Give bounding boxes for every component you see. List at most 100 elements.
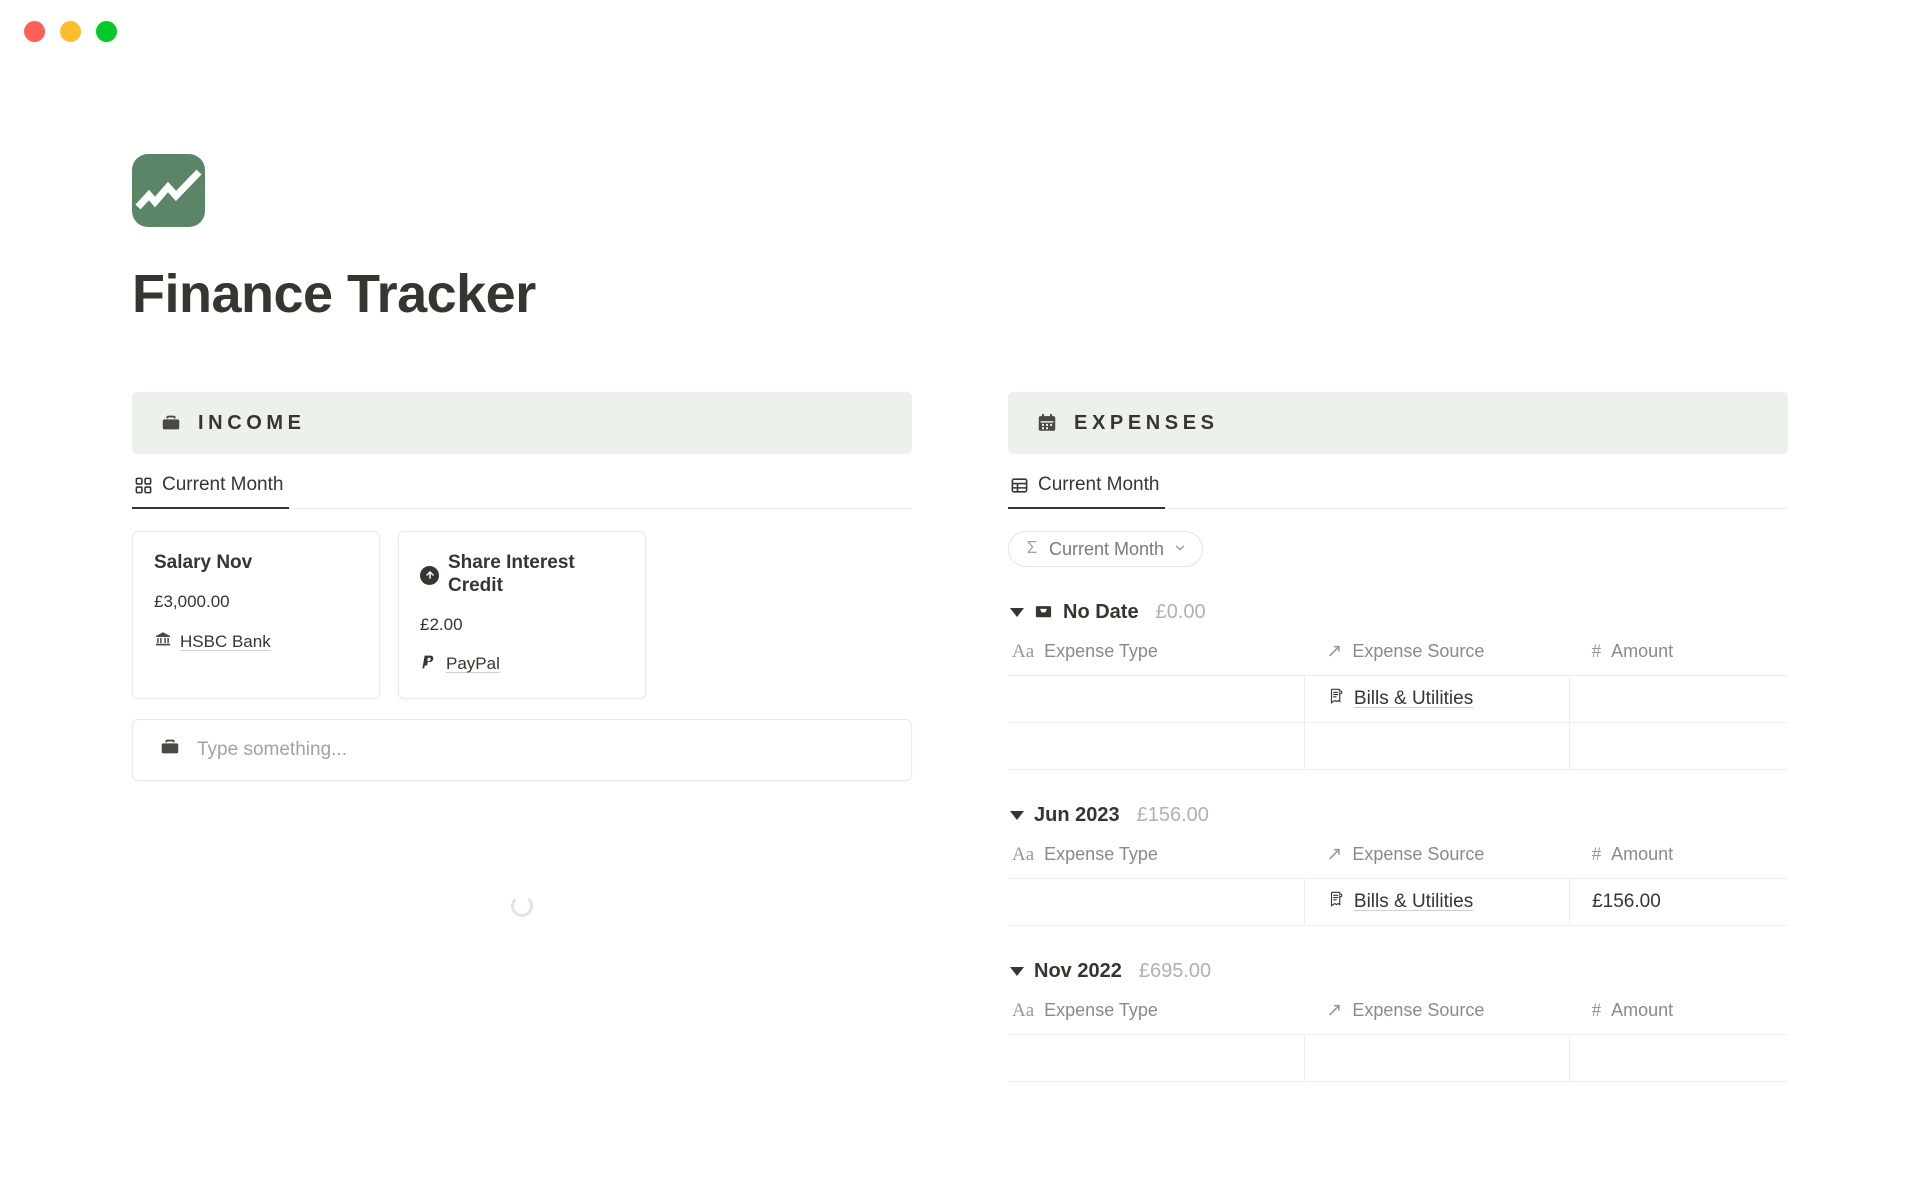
table-row[interactable]: Bills & Utilities £156.00 (1008, 878, 1788, 927)
column-expense-source[interactable]: ↗ Expense Source (1304, 843, 1570, 880)
income-card-name-row: Salary Nov (154, 552, 358, 575)
column-expense-type[interactable]: Aa Expense Type (1008, 640, 1305, 677)
column-label: Amount (1611, 844, 1674, 865)
expense-group: Nov 2022 £695.00 AaExpense Type ↗Expen (1008, 960, 1788, 1083)
income-cards: Salary Nov £3,000.00 HSBC Bank Share Int… (132, 531, 912, 699)
income-card-amount: £3,000.00 (154, 592, 230, 612)
income-card-title: Salary Nov (154, 552, 253, 574)
expense-table-header-row: Aa Expense Type ↗ Expense Source # Amount (1008, 843, 1788, 880)
collapse-triangle-icon[interactable] (1010, 811, 1024, 821)
briefcase-icon (160, 412, 182, 434)
arrow-up-circle-icon (420, 565, 439, 585)
column-label: Expense Type (1044, 1000, 1158, 1021)
paypal-icon (420, 653, 438, 676)
expenses-column: EXPENSES Current Month Current Month No … (1008, 392, 1788, 1083)
income-tabs: Current Month (132, 474, 912, 510)
table-row[interactable]: Bills & Utilities (1008, 675, 1788, 724)
expense-table: Aa Expense Type ↗ Expense Source # Amount (1008, 999, 1788, 1083)
columns-container: INCOME Current Month Salary Nov £3,000.0… (132, 392, 1920, 1083)
income-card-title: Share Interest Credit (448, 552, 575, 597)
cell-amount[interactable] (1569, 675, 1788, 724)
column-expense-type[interactable]: Aa Expense Type (1008, 999, 1305, 1036)
table-row[interactable] (1008, 1034, 1788, 1083)
number-hash-icon: # (1591, 843, 1602, 865)
cell-amount[interactable]: £156.00 (1569, 878, 1788, 927)
table-view-icon (1010, 476, 1029, 495)
receipt-icon (1327, 687, 1345, 711)
income-card-source-label[interactable]: HSBC Bank (180, 632, 271, 652)
cell-expense-source-label[interactable]: Bills & Utilities (1354, 688, 1473, 710)
expense-group-header[interactable]: Jun 2023 £156.00 (1008, 804, 1788, 827)
table-row[interactable] (1008, 722, 1788, 771)
income-card-source-label[interactable]: PayPal (446, 654, 500, 674)
expense-table: Aa Expense Type ↗ Expense Source # Amount (1008, 640, 1788, 771)
minimize-window-button[interactable] (60, 20, 81, 42)
relation-arrow-icon: ↗ (1326, 844, 1343, 866)
tab-income-label: Current Month (162, 474, 284, 496)
maximize-window-button[interactable] (96, 20, 117, 42)
cell-expense-source[interactable] (1304, 1034, 1571, 1083)
column-expense-source[interactable]: ↗ Expense Source (1304, 640, 1570, 677)
loading-spinner-icon (511, 894, 533, 917)
cell-expense-source[interactable]: Bills & Utilities (1304, 878, 1571, 927)
expense-table-header-row: Aa Expense Type ↗ Expense Source # Amount (1008, 999, 1788, 1036)
expense-table: Aa Expense Type ↗ Expense Source # Amount (1008, 843, 1788, 927)
expense-group-header[interactable]: No Date £0.00 (1008, 601, 1788, 624)
column-expense-type[interactable]: Aa Expense Type (1008, 843, 1305, 880)
expenses-tabs: Current Month (1008, 474, 1788, 510)
expense-group-name: No Date (1063, 601, 1139, 624)
expenses-filter-label: Current Month (1049, 538, 1165, 559)
window-titlebar (0, 0, 1920, 62)
gallery-view-icon (134, 476, 153, 495)
cell-amount[interactable] (1569, 722, 1788, 771)
collapse-triangle-icon[interactable] (1010, 967, 1024, 977)
income-loading-area (132, 781, 912, 1031)
income-card[interactable]: Salary Nov £3,000.00 HSBC Bank (132, 531, 380, 699)
relation-arrow-icon: ↗ (1326, 641, 1343, 663)
calendar-icon (1036, 412, 1058, 434)
receipt-icon (1327, 890, 1345, 914)
income-new-entry-row[interactable]: Type something... (132, 718, 912, 781)
expense-group-header[interactable]: Nov 2022 £695.00 (1008, 960, 1788, 983)
income-section-banner: INCOME (132, 392, 912, 455)
expense-group-total: £156.00 (1136, 804, 1209, 827)
expenses-filter-chip[interactable]: Current Month (1008, 531, 1204, 568)
text-type-icon: Aa (1012, 999, 1035, 1021)
briefcase-icon (159, 736, 181, 763)
expense-group-total: £695.00 (1138, 960, 1212, 983)
income-card-source-row: HSBC Bank (154, 630, 358, 653)
app-window: Finance Tracker INCOME Current Month Sal… (0, 0, 1920, 1200)
cell-expense-source[interactable]: Bills & Utilities (1304, 675, 1571, 724)
collapse-triangle-icon[interactable] (1010, 608, 1024, 618)
number-hash-icon: # (1591, 640, 1602, 662)
cell-expense-type[interactable] (1008, 1034, 1305, 1083)
column-label: Amount (1611, 1000, 1674, 1021)
expense-table-header-row: Aa Expense Type ↗ Expense Source # Amount (1008, 640, 1788, 677)
page-content: Finance Tracker INCOME Current Month Sal… (0, 154, 1920, 1083)
income-section-title: INCOME (198, 411, 306, 434)
cell-expense-source-label[interactable]: Bills & Utilities (1354, 891, 1473, 913)
income-column: INCOME Current Month Salary Nov £3,000.0… (132, 392, 912, 1082)
bank-icon (154, 630, 172, 653)
expenses-section-banner: EXPENSES (1008, 392, 1788, 455)
tab-income-current-month[interactable]: Current Month (132, 474, 290, 510)
sigma-icon (1024, 539, 1040, 560)
cell-expense-source[interactable] (1304, 722, 1571, 771)
column-amount[interactable]: # Amount (1569, 640, 1788, 677)
tab-expenses-current-month[interactable]: Current Month (1008, 474, 1166, 510)
column-label: Expense Source (1352, 844, 1485, 865)
cell-expense-type[interactable] (1008, 675, 1305, 724)
cell-amount[interactable] (1569, 1034, 1788, 1083)
column-amount[interactable]: # Amount (1569, 843, 1788, 880)
number-hash-icon: # (1591, 999, 1602, 1021)
close-window-button[interactable] (24, 20, 45, 42)
column-expense-source[interactable]: ↗ Expense Source (1304, 999, 1570, 1036)
expense-group-name: Jun 2023 (1034, 804, 1120, 827)
income-card[interactable]: Share Interest Credit £2.00 PayPal (398, 531, 646, 699)
column-amount[interactable]: # Amount (1569, 999, 1788, 1036)
column-label: Amount (1611, 641, 1674, 662)
cell-expense-type[interactable] (1008, 722, 1305, 771)
cell-expense-type[interactable] (1008, 878, 1305, 927)
income-input-placeholder[interactable]: Type something... (197, 739, 347, 761)
expense-group-total: £0.00 (1155, 601, 1206, 624)
